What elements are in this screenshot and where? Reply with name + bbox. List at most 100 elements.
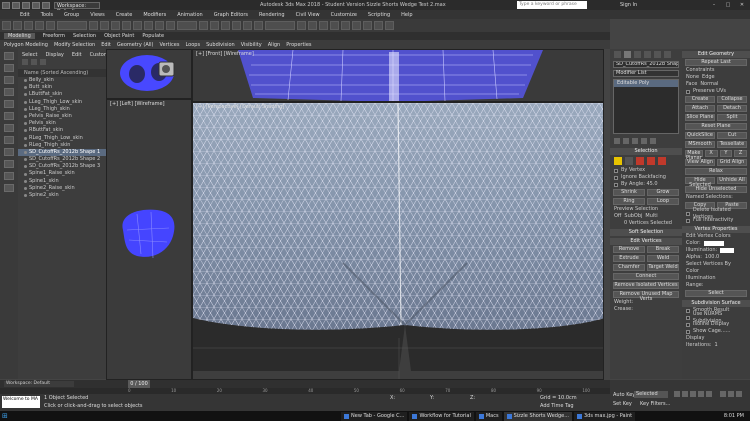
ribbon-geometry-all[interactable]: Geometry (All) xyxy=(117,42,154,48)
app-icon[interactable] xyxy=(2,1,10,9)
repeat-last-button[interactable]: Repeat Last xyxy=(685,59,747,66)
viewport-label[interactable]: [+] [Perspective] [Default Shading] xyxy=(196,104,284,110)
visibility-icon[interactable] xyxy=(24,129,27,133)
display-groups-icon[interactable] xyxy=(4,160,14,168)
view-align-button[interactable]: View Align xyxy=(685,159,715,166)
time-slider[interactable]: Workspace: Default 0 / 100 xyxy=(0,380,610,388)
scene-tab-select[interactable]: Select xyxy=(22,52,37,58)
list-item[interactable]: Belly_skin xyxy=(18,77,106,84)
visibility-icon[interactable] xyxy=(24,143,27,147)
subdivision-surface-rollout[interactable]: Subdivision Surface xyxy=(682,300,750,307)
cut-button[interactable]: Cut xyxy=(717,132,747,139)
display-geometry-icon[interactable] xyxy=(4,88,14,96)
visibility-icon[interactable] xyxy=(24,194,27,198)
modify-tab-icon[interactable] xyxy=(624,51,631,58)
curve-editor-icon[interactable] xyxy=(330,21,339,30)
pivot-icon[interactable] xyxy=(199,21,208,30)
target-weld-button[interactable]: Target Weld xyxy=(647,264,679,271)
viewport-top[interactable] xyxy=(106,49,192,99)
menu-help[interactable]: Help xyxy=(401,12,412,18)
slice-plane-button[interactable]: Slice Plane xyxy=(685,114,715,121)
windows-start-icon[interactable]: ⊞ xyxy=(2,412,11,420)
viewport-front[interactable]: [+] [Front] [Wireframe] xyxy=(192,49,604,102)
layer-explorer-icon[interactable] xyxy=(4,64,14,72)
rotate-icon[interactable] xyxy=(144,21,153,30)
task-3dsmax[interactable]: Sizzle Shorts Wedge... xyxy=(503,411,572,421)
soft-selection-rollout[interactable]: Soft Selection xyxy=(610,229,682,236)
sign-in-link[interactable]: Sign In xyxy=(620,2,637,8)
visibility-icon[interactable] xyxy=(24,136,27,140)
align-icon[interactable] xyxy=(308,21,317,30)
frame-indicator[interactable]: 0 / 100 xyxy=(128,380,150,388)
display-xrefs-icon[interactable] xyxy=(4,172,14,180)
edit-geometry-rollout[interactable]: Edit Geometry xyxy=(682,51,750,58)
preserve-uvs-checkbox[interactable]: Preserve UVs xyxy=(682,88,750,95)
use-nurms-checkbox[interactable]: Use NURMS Subdivision xyxy=(682,311,750,324)
vb-illumination-radio[interactable]: Illumination xyxy=(682,275,750,282)
ribbon-modify-selection[interactable]: Modify Selection xyxy=(54,42,95,48)
viewport-label[interactable]: [+] [Left] [Wireframe] xyxy=(110,101,165,107)
task-workflow[interactable]: Workflow for Tutorial xyxy=(409,411,474,421)
preview-off-radio[interactable]: Off xyxy=(614,213,621,220)
selection-filter-dropdown[interactable] xyxy=(57,21,87,30)
snap-icon[interactable] xyxy=(210,21,219,30)
list-item[interactable]: LButtFat_skin xyxy=(18,91,106,98)
orbit-icon[interactable] xyxy=(736,391,742,397)
ribbon-vertices[interactable]: Vertices xyxy=(160,42,180,48)
constraint-edge-radio[interactable]: Edge xyxy=(702,74,715,81)
list-item[interactable]: RLeg_Thigh_Low_skin xyxy=(18,135,106,142)
visibility-icon[interactable] xyxy=(24,107,27,111)
link-icon[interactable] xyxy=(24,21,33,30)
redo-icon[interactable] xyxy=(42,1,50,9)
create-tab-icon[interactable] xyxy=(614,51,621,58)
y-button[interactable]: Y xyxy=(719,150,733,157)
rect-select-icon[interactable] xyxy=(111,21,120,30)
detach-button[interactable]: Detach xyxy=(717,105,747,112)
pan-icon[interactable] xyxy=(728,391,734,397)
ignore-backfacing-checkbox[interactable]: Ignore Backfacing xyxy=(610,174,682,181)
task-chrome-new-tab[interactable]: New Tab - Google C... xyxy=(341,411,408,421)
display-tab-icon[interactable] xyxy=(654,51,661,58)
search-input[interactable]: Type a keyword or phrase xyxy=(517,1,587,9)
selection-rollout[interactable]: Selection xyxy=(610,148,682,155)
visibility-icon[interactable] xyxy=(24,86,27,90)
previous-frame-icon[interactable] xyxy=(682,391,688,397)
list-item[interactable]: Spine1_skin xyxy=(18,178,106,185)
show-cage-checkbox[interactable]: Show Cage...... xyxy=(682,328,750,335)
chamfer-button[interactable]: Chamfer xyxy=(613,264,645,271)
make-planar-button[interactable]: Make Planar xyxy=(685,150,703,161)
viewport-perspective[interactable]: [+] [Perspective] [Default Shading] xyxy=(192,102,604,380)
constraint-none-radio[interactable]: None xyxy=(686,74,699,81)
place-icon[interactable] xyxy=(166,21,175,30)
list-item[interactable]: Butt_skin xyxy=(18,84,106,91)
menu-views[interactable]: Views xyxy=(90,12,104,18)
constraint-normal-radio[interactable]: Normal xyxy=(700,81,718,88)
hide-selected-button[interactable]: Hide Selected xyxy=(685,177,715,188)
ribbon-align[interactable]: Align xyxy=(268,42,281,48)
visibility-icon[interactable] xyxy=(24,179,27,183)
modifier-list-dropdown[interactable]: Modifier List xyxy=(613,70,679,77)
edge-mode-icon[interactable] xyxy=(625,157,633,165)
preview-multi-radio[interactable]: Multi xyxy=(645,213,657,220)
list-item[interactable]: SD_CutoffRs_2012b Shape 2 xyxy=(18,156,106,163)
ribbon-polygon-modeling[interactable]: Polygon Modeling xyxy=(4,42,48,48)
ribbon-edit[interactable]: Edit xyxy=(101,42,111,48)
ribbon-visibility[interactable]: Visibility xyxy=(241,42,262,48)
material-editor-icon[interactable] xyxy=(352,21,361,30)
find-icon[interactable] xyxy=(31,59,37,65)
menu-modifiers[interactable]: Modifiers xyxy=(143,12,166,18)
ribbon-properties[interactable]: Properties xyxy=(286,42,311,48)
remove-isolated-button[interactable]: Remove Isolated Vertices xyxy=(613,282,679,289)
tessellate-button[interactable]: Tessellate xyxy=(717,141,747,148)
list-item[interactable]: Spine2_Raise_skin xyxy=(18,185,106,192)
visibility-icon[interactable] xyxy=(24,115,27,119)
play-icon[interactable] xyxy=(690,391,696,397)
mirror-icon[interactable] xyxy=(297,21,306,30)
menu-animation[interactable]: Animation xyxy=(177,12,203,18)
tab-freeform[interactable]: Freeform xyxy=(43,33,65,39)
move-icon[interactable] xyxy=(133,21,142,30)
object-name-field[interactable]: SD_CutoffRs_2012b Shape 1 xyxy=(613,61,679,68)
preview-subobj-radio[interactable]: SubObj xyxy=(624,213,642,220)
iterations-spinner[interactable]: 1 xyxy=(715,342,718,349)
visibility-icon[interactable] xyxy=(24,93,27,97)
